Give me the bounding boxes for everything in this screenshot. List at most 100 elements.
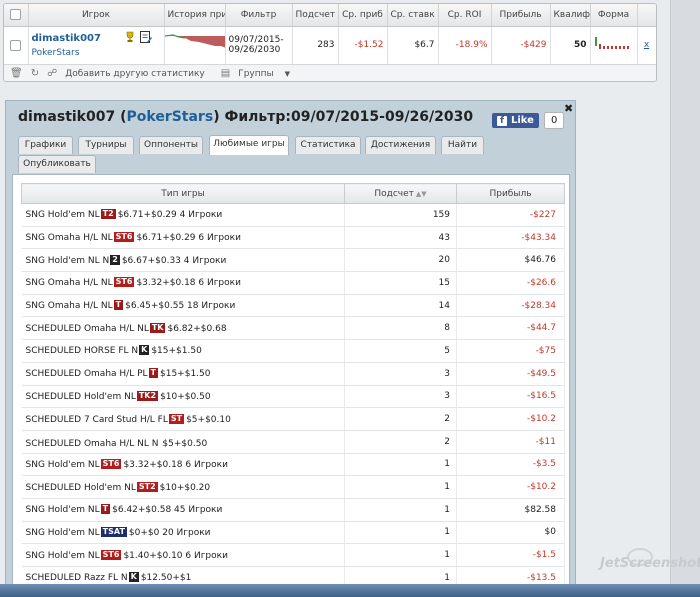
tab-opponents[interactable]: Оппоненты [139,136,203,154]
game-badge-icon: ST6 [113,232,135,243]
header-avg-stake[interactable]: Ср. ставк [387,4,439,27]
game-count-cell: 15 [344,271,457,295]
table-row: SNG Omaha H/L NL T $6.45+$0.55 18 Игроки 14… [21,294,565,318]
filter-end: 09/26/2030 [228,45,281,55]
table-row: SNG Hold'em NL ST6 $3.32+$0.18 6 Игроки 1 -$… [21,453,565,477]
tab-achievements[interactable]: Достижения [365,136,436,154]
add-statistic-label: Добавить другую статистику [65,68,205,79]
table-row: SNG Hold'em NL ST6 $1.40+$0.10 6 Игроки 1 -$… [21,543,565,567]
game-type-stakes: $12.50+$1 [140,573,192,584]
player-stats-row: dimastik007 PokerStars 09/07/2015- 09/26… [4,26,656,65]
game-profit-cell: -$43.34 [456,226,565,250]
header-profit[interactable]: Прибыль [491,4,551,27]
tab-tournaments[interactable]: Турниры [78,136,134,154]
game-type-stakes: $1.40+$0.10 6 Игроки [123,550,228,561]
game-type-cell: SCHEDULED Hold'em NL ST2 $10+$0.20 [21,475,345,499]
stats-summary-panel: Игрок История при Фильтр Подсчет Ср. при… [3,3,657,82]
favorite-games-body: SNG Hold'em NL T2 $6.71+$0.29 4 Игроки 159-… [21,203,565,590]
panel-title: dimastik007 (PokerStars) Фильтр:09/07/20… [18,109,474,125]
game-type-stakes: $5+$0.50 [162,438,208,449]
game-badge-icon: T [148,368,158,379]
game-profit-cell: -$10.2 [456,475,565,499]
game-type-cell: SCHEDULED Omaha H/L PL T $15+$1.50 [21,362,345,386]
table-row: SCHEDULED HORSE FL N K $15+$1.50 5 -$75 [21,339,565,363]
tab-search[interactable]: Найти [441,136,484,154]
game-count-cell: 3 [344,385,457,409]
add-statistic-button[interactable]: ☍ Добавить другую статистику [47,68,213,79]
row-checkbox[interactable] [10,39,22,51]
filter-cell: 09/07/2015- 09/26/2030 [225,26,293,65]
avg-profit-value: -$1.52 [338,26,388,65]
header-count[interactable]: Подсчет [292,4,339,27]
header-game-profit[interactable]: Прибыль [456,183,565,204]
game-count-cell: 1 [344,498,457,522]
note-edit-icon[interactable] [139,30,153,44]
room-link[interactable]: PokerStars [32,48,161,58]
game-type-cell: SNG Hold'em NL ST6 $1.40+$0.10 6 Игроки [21,543,345,567]
game-profit-cell: -$227 [456,203,565,227]
header-player[interactable]: Игрок [28,4,165,27]
facebook-like-button[interactable]: f Like [492,113,539,128]
game-type-stakes: $3.32+$0.18 6 Игроки [123,459,228,470]
game-type-stakes: $15+$1.50 [160,369,211,380]
game-profit-cell: -$26.6 [456,271,565,295]
delete-icon[interactable]: 🗑 [10,68,23,79]
game-count-cell: 8 [344,316,457,341]
close-icon[interactable]: ✖ [564,102,573,115]
game-type-stakes: $0+$0 20 Игроки [128,527,211,538]
game-badge-icon: ST6 [113,277,135,288]
refresh-icon[interactable]: ↻ [31,68,39,79]
panel-room-link[interactable]: PokerStars [127,109,214,125]
favorite-games-content: Тип игры Подсчет ▲▼ Прибыль SNG Hold'em N… [12,174,570,596]
game-badge-icon: T [100,504,111,515]
table-row: SNG Omaha H/L NL ST6 $6.71+$0.29 6 Игроки 4… [21,226,565,250]
tab-charts[interactable]: Графики [18,136,73,154]
right-side-pane [670,0,700,597]
history-sparkline [164,33,224,61]
game-badge-icon: K [128,572,139,583]
header-history[interactable]: История при [164,4,226,27]
groups-label: Группы [238,68,274,79]
groups-dropdown[interactable]: ▤ Группы ▼ [221,68,298,79]
header-game-type[interactable]: Тип игры [21,183,345,204]
game-type-prefix: SNG Hold'em NL [25,527,100,538]
game-type-prefix: SNG Omaha H/L NL [25,233,113,244]
row-select-cell[interactable] [4,26,29,65]
facebook-like-widget: f Like 0 [492,112,565,129]
link-icon: ☍ [47,68,58,79]
header-form[interactable]: Форма [590,4,638,27]
stats-toolbar: 🗑 ↻ ☍ Добавить другую статистику ▤ Группы ▼ [4,64,656,81]
game-type-stakes: $6.71+$0.29 4 Игроки [117,210,223,221]
header-remove [637,4,656,27]
header-select[interactable] [4,4,29,27]
table-row: SCHEDULED 7 Card Stud H/L FL ST $5+$0.10 2-… [21,407,565,431]
game-type-prefix: SCHEDULED Omaha H/L PL [25,369,148,380]
table-row: SCHEDULED Omaha H/L PL T $15+$1.50 3 -$49.5 [21,362,565,386]
header-qualif[interactable]: Квалиф [550,4,591,27]
game-count-cell: 3 [344,362,457,386]
tab-publish[interactable]: Опубликовать [18,155,96,173]
game-type-cell: SNG Hold'em NL T2 $6.71+$0.29 4 Игроки [21,203,345,227]
game-type-stakes: $3.32+$0.18 6 Игроки [136,278,241,289]
game-type-cell: SCHEDULED Hold'em NL TK2 $10+$0.50 [21,385,345,409]
header-avg-profit[interactable]: Ср. приб [338,4,388,27]
filter-start: 09/07/2015- [228,35,284,45]
game-type-cell: SNG Hold'em NL ST6 $3.32+$0.18 6 Игроки [21,453,345,477]
tab-favorite-games[interactable]: Любимые игры [209,135,289,155]
chevron-down-icon: ▼ [284,69,291,78]
header-filter[interactable]: Фильтр [225,4,293,27]
remove-row-link[interactable]: x [637,26,656,65]
taskbar [0,584,700,597]
game-type-cell: SNG Hold'em NL T $6.42+$0.58 45 Игроки [21,498,345,522]
header-avg-roi[interactable]: Ср. ROI [438,4,492,27]
tab-statistics[interactable]: Статистика [295,136,361,154]
table-row: SCHEDULED Hold'em NL TK2 $10+$0.50 3 -$16.5 [21,385,565,409]
game-badge-icon: T2 [100,209,116,220]
select-all-checkbox[interactable] [10,9,22,21]
game-count-cell: 2 [344,407,457,431]
table-row: SNG Omaha H/L NL ST6 $3.32+$0.18 6 Игроки 1… [21,271,565,295]
game-profit-cell: -$10.2 [456,407,565,431]
game-type-prefix: SNG Hold'em NL N [25,255,110,266]
header-game-count[interactable]: Подсчет ▲▼ [344,183,457,204]
game-count-cell: 1 [344,453,457,477]
